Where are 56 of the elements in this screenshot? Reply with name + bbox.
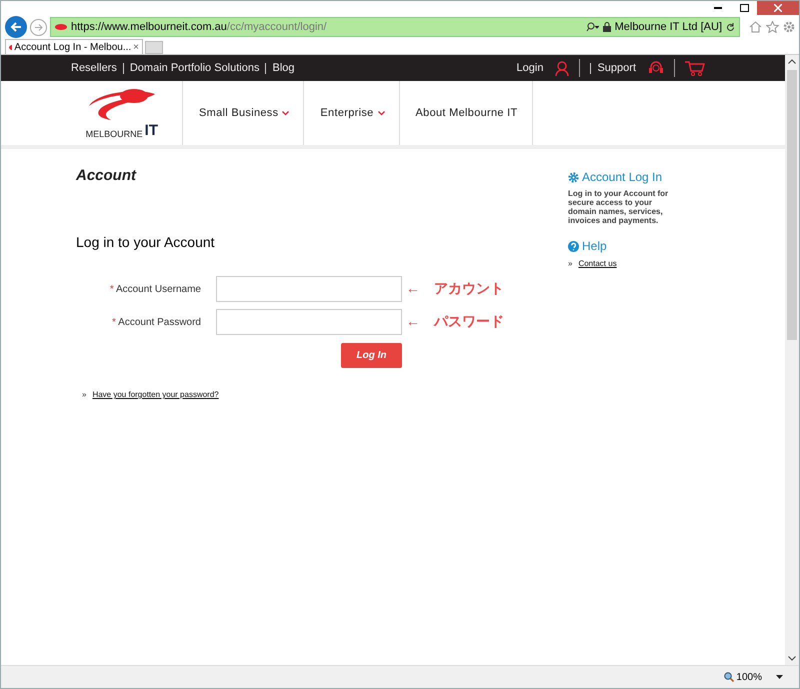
cart-icon[interactable] (685, 60, 705, 76)
nav-item[interactable]: Small Business (183, 81, 304, 145)
nav-item[interactable]: Enterprise (304, 81, 400, 145)
sidebar-heading: Account Log In (582, 170, 662, 184)
top-link[interactable]: Domain Portfolio Solutions (122, 62, 266, 74)
scroll-up-icon[interactable] (788, 59, 796, 64)
login-button[interactable]: Log In (341, 343, 402, 368)
top-link[interactable]: Blog (265, 62, 301, 74)
settings-icon[interactable] (783, 21, 795, 33)
url-text: https://www.melbourneit.com.au/cc/myaccount/login/ (71, 21, 328, 33)
scrollbar[interactable] (785, 55, 799, 665)
bullet-mark: » (568, 259, 572, 268)
site-icon (55, 23, 67, 31)
zoom-icon (724, 672, 734, 682)
close-button[interactable] (757, 1, 799, 15)
scroll-down-icon[interactable] (788, 656, 796, 661)
refresh-icon[interactable] (726, 22, 735, 32)
gear-icon (568, 172, 579, 182)
page-title: Account (76, 167, 138, 184)
minimize-icon (714, 7, 722, 9)
search-icon[interactable] (584, 22, 599, 32)
headset-icon[interactable] (648, 60, 664, 76)
input-field[interactable] (216, 309, 402, 335)
nav-item[interactable]: About Melbourne IT (400, 81, 533, 145)
bullet-mark: » (82, 390, 86, 399)
browser-tab[interactable]: Account Log In - Melbou... × (5, 39, 143, 54)
top-link[interactable]: Resellers (65, 62, 123, 74)
field-label: * Account Username (108, 284, 202, 294)
dropdown-icon[interactable] (776, 675, 783, 679)
field-label: * Account Password (111, 316, 202, 328)
sidebar-heading: Help (582, 239, 607, 253)
site-icon (9, 44, 12, 50)
help-icon (568, 240, 579, 252)
tab-close-button[interactable]: × (133, 42, 139, 52)
sidebar-text: Log in to your Account for secure access to your domain names, services, invoices and payments. (568, 189, 670, 225)
annotation-text: ← アカウント (405, 280, 504, 298)
lock-icon (602, 22, 611, 32)
arrow-left-icon (10, 21, 22, 33)
contact-link[interactable]: Contact us (578, 259, 617, 268)
address-bar[interactable]: https://www.melbourneit.com.au/cc/myaccount/login/ Melbourne IT Ltd [AU] (50, 17, 740, 37)
home-icon[interactable] (749, 21, 762, 33)
form-heading: Log in to your Account (76, 234, 216, 250)
site-identity[interactable]: Melbourne IT Ltd [AU] (614, 21, 722, 33)
forgot-password-link[interactable]: Have you forgotten your password? (92, 390, 219, 399)
star-icon[interactable] (766, 21, 779, 33)
close-icon (774, 4, 782, 12)
support-link[interactable]: Support (590, 62, 642, 74)
back-button[interactable] (5, 16, 27, 38)
maximize-icon (740, 4, 748, 12)
annotation-text: ← パスワード (405, 313, 504, 331)
zoom-level[interactable]: 100% (736, 672, 762, 682)
arrow-right-icon (34, 22, 43, 32)
forward-button[interactable] (30, 18, 47, 36)
login-link[interactable]: Login (510, 62, 550, 74)
user-icon[interactable] (555, 60, 570, 76)
input-field[interactable] (216, 276, 402, 302)
